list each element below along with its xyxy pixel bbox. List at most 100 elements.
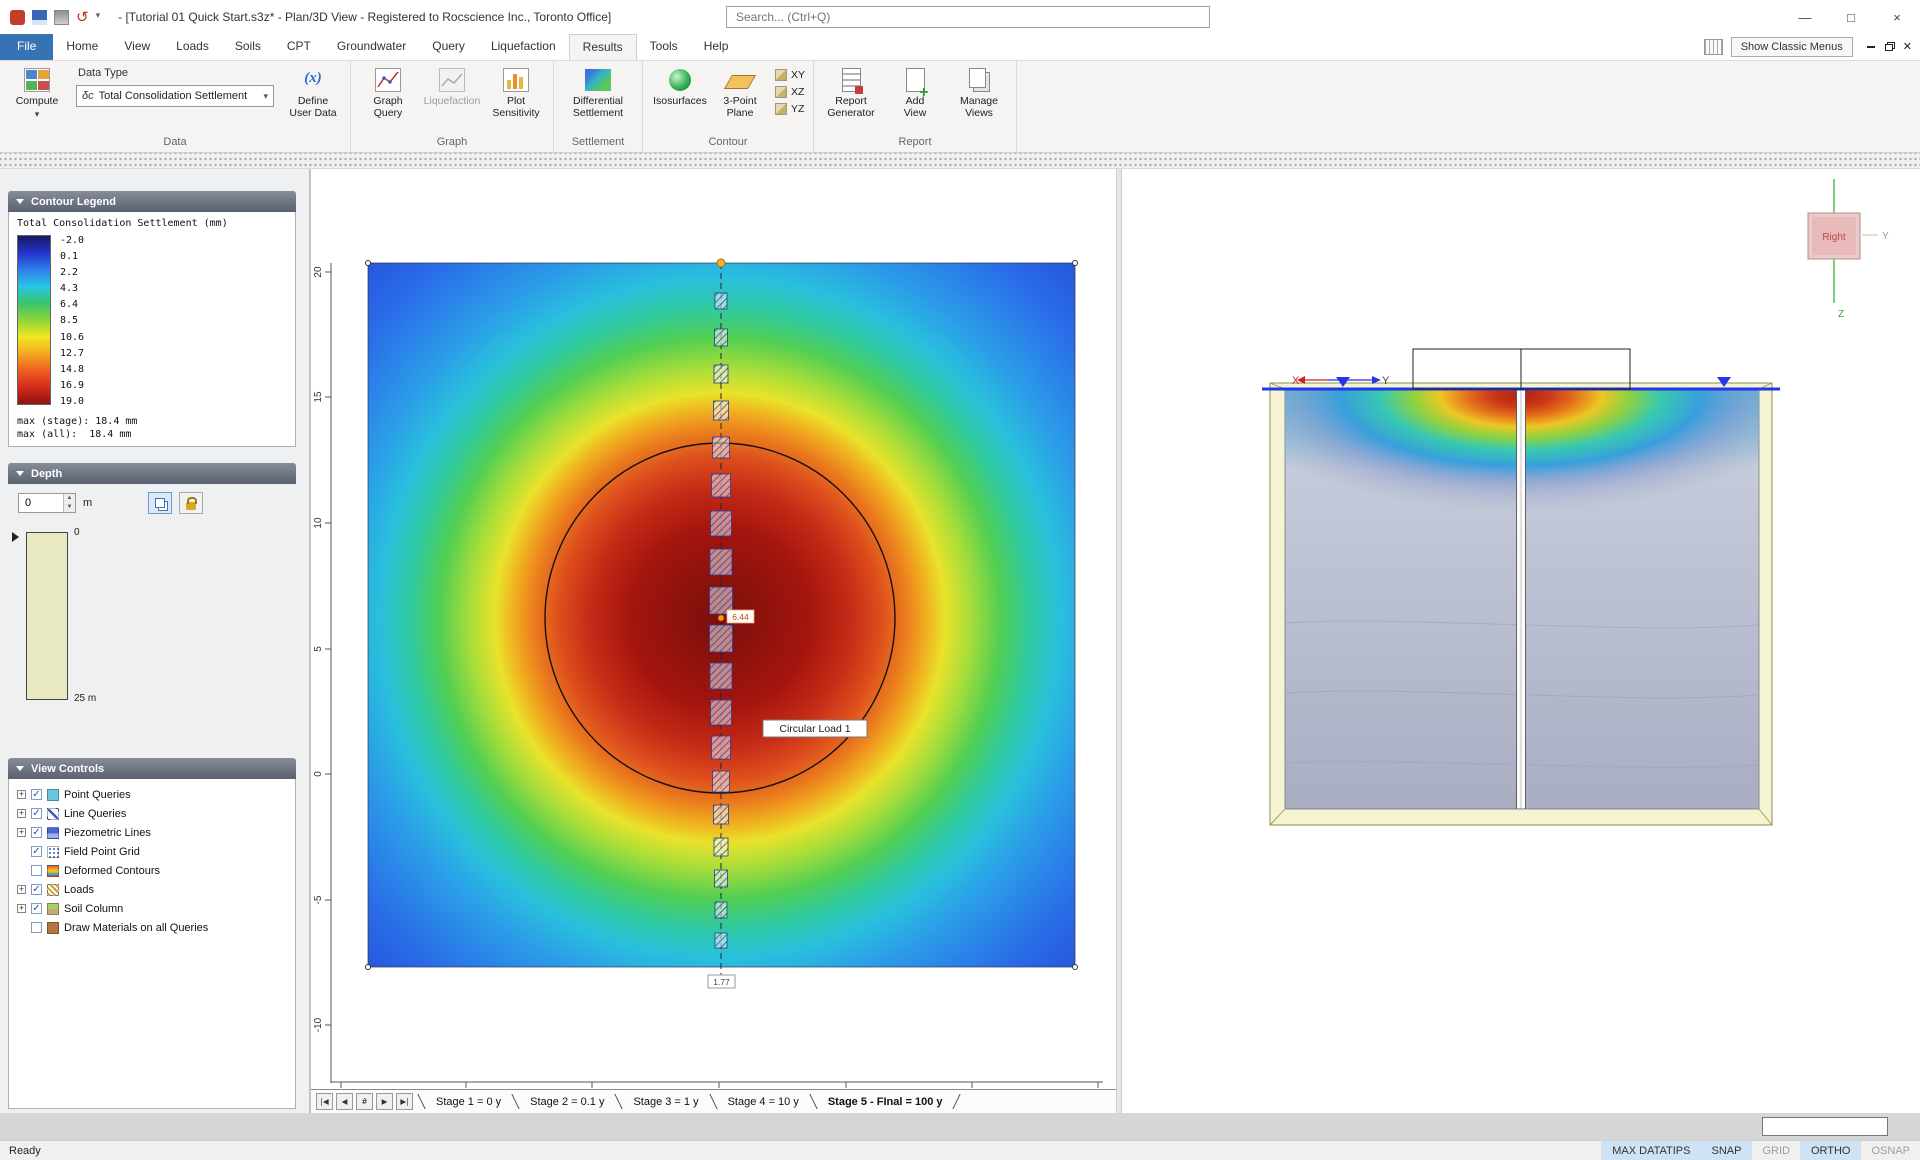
- depth-layers-button[interactable]: [148, 492, 172, 514]
- search-input[interactable]: [726, 6, 1210, 28]
- stage-tab-1[interactable]: Stage 1 = 0 y: [430, 1096, 507, 1108]
- show-classic-menus-button[interactable]: Show Classic Menus: [1731, 37, 1853, 57]
- plane-xz-button[interactable]: XZ: [772, 85, 808, 99]
- add-view-button[interactable]: Add View: [883, 63, 947, 133]
- three-point-plane-button[interactable]: 3-Point Plane: [712, 63, 768, 133]
- tab-loads[interactable]: Loads: [163, 34, 222, 60]
- tooltip-toggle-icon[interactable]: [1704, 39, 1723, 55]
- tree-item-soil-column[interactable]: + ✓ Soil Column: [12, 899, 292, 918]
- tab-results[interactable]: Results: [569, 34, 637, 60]
- status-toggle-max-datatips[interactable]: MAX DATATIPS: [1601, 1141, 1700, 1160]
- tree-item-line-queries[interactable]: + ✓ Line Queries: [12, 804, 292, 823]
- ribbon-tab-bar: File Home View Loads Soils CPT Groundwat…: [0, 34, 1920, 61]
- 3d-view-canvas[interactable]: X Y Right Y Z: [1122, 169, 1920, 1113]
- 3d-view-pane[interactable]: X Y Right Y Z: [1122, 169, 1920, 1113]
- tab-home[interactable]: Home: [53, 34, 111, 60]
- depth-scale[interactable]: 0 25 m: [10, 524, 294, 724]
- last-stage-button[interactable]: ▶|: [396, 1093, 413, 1110]
- tab-help[interactable]: Help: [691, 34, 742, 60]
- undo-icon[interactable]: ↺: [76, 10, 89, 25]
- checkbox[interactable]: [31, 922, 42, 933]
- depth-marker-icon[interactable]: [12, 532, 19, 542]
- panel-dock-strip[interactable]: [0, 153, 1920, 169]
- doc-restore-icon[interactable]: [1885, 44, 1893, 51]
- plot-sensitivity-button[interactable]: Plot Sensitivity: [484, 63, 548, 133]
- plan-view-canvas[interactable]: 6.44 1.77 Circular Load 1 20 15 10 5 0 -…: [311, 169, 1117, 1089]
- graph-query-button[interactable]: Graph Query: [356, 63, 420, 133]
- previous-stage-button[interactable]: ◀: [336, 1093, 353, 1110]
- query-top-node[interactable]: [717, 259, 725, 267]
- checkbox[interactable]: ✓: [31, 808, 42, 819]
- stage-tab-2[interactable]: Stage 2 = 0.1 y: [524, 1096, 610, 1108]
- depth-lock-button[interactable]: [179, 492, 203, 514]
- plane-xy-button[interactable]: XY: [772, 68, 808, 82]
- checkbox[interactable]: ✓: [31, 789, 42, 800]
- tab-view[interactable]: View: [111, 34, 163, 60]
- soil-column-icon: [47, 903, 59, 915]
- tab-tools[interactable]: Tools: [637, 34, 691, 60]
- checkbox[interactable]: ✓: [31, 827, 42, 838]
- depth-spinner[interactable]: ▲▼: [18, 493, 76, 513]
- tab-query[interactable]: Query: [419, 34, 478, 60]
- doc-close-icon[interactable]: ✕: [1903, 42, 1912, 52]
- stage-tab-3[interactable]: Stage 3 = 1 y: [627, 1096, 704, 1108]
- first-stage-button[interactable]: |◀: [316, 1093, 333, 1110]
- checkbox[interactable]: ✓: [31, 884, 42, 895]
- define-user-data-button[interactable]: Define User Data: [281, 63, 345, 133]
- stage-tab-5[interactable]: Stage 5 - FInal = 100 y: [822, 1096, 949, 1108]
- expand-icon[interactable]: +: [17, 828, 26, 837]
- expand-icon[interactable]: +: [17, 809, 26, 818]
- close-button[interactable]: ×: [1874, 0, 1920, 34]
- expand-icon[interactable]: +: [17, 885, 26, 894]
- depth-header[interactable]: Depth: [8, 463, 296, 484]
- chevron-down-icon: ▾: [263, 91, 268, 102]
- tree-item-loads[interactable]: + ✓ Loads: [12, 880, 292, 899]
- plane-yz-button[interactable]: YZ: [772, 102, 808, 116]
- tab-liquefaction[interactable]: Liquefaction: [478, 34, 569, 60]
- tree-item-field-point-grid[interactable]: ✓ Field Point Grid: [12, 842, 292, 861]
- data-type-symbol: δc: [82, 90, 94, 102]
- expand-icon[interactable]: +: [17, 904, 26, 913]
- tree-item-point-queries[interactable]: + ✓ Point Queries: [12, 785, 292, 804]
- report-generator-button[interactable]: Report Generator: [819, 63, 883, 133]
- stage-tab-4[interactable]: Stage 4 = 10 y: [722, 1096, 805, 1108]
- status-toggle-grid[interactable]: GRID: [1751, 1141, 1800, 1160]
- query-center-node[interactable]: [718, 615, 724, 621]
- tree-item-draw-materials[interactable]: Draw Materials on all Queries: [12, 918, 292, 937]
- minimize-button[interactable]: —: [1782, 0, 1828, 34]
- checkbox[interactable]: [31, 865, 42, 876]
- tree-item-deformed-contours[interactable]: Deformed Contours: [12, 861, 292, 880]
- checkbox[interactable]: ✓: [31, 846, 42, 857]
- manage-views-button[interactable]: Manage Views: [947, 63, 1011, 133]
- tree-item-piezometric-lines[interactable]: + ✓ Piezometric Lines: [12, 823, 292, 842]
- tab-file[interactable]: File: [0, 34, 53, 60]
- tab-cpt[interactable]: CPT: [274, 34, 324, 60]
- customize-toolbar-icon[interactable]: ▾: [96, 10, 101, 25]
- save-icon[interactable]: [32, 10, 47, 25]
- contour-legend-header[interactable]: Contour Legend: [8, 191, 296, 212]
- isosurfaces-button[interactable]: Isosurfaces: [648, 63, 712, 133]
- compute-label: Compute: [16, 96, 59, 108]
- spin-up-icon[interactable]: ▲: [63, 494, 75, 503]
- view-controls-header[interactable]: View Controls: [8, 758, 296, 779]
- y-axis-labels: 20 15 10 5 0 -5 -10: [313, 266, 324, 1032]
- maximize-button[interactable]: □: [1828, 0, 1874, 34]
- status-toggle-ortho[interactable]: ORTHO: [1800, 1141, 1861, 1160]
- checkbox[interactable]: ✓: [31, 903, 42, 914]
- expand-icon[interactable]: +: [17, 790, 26, 799]
- stage-number-button[interactable]: #: [356, 1093, 373, 1110]
- tab-groundwater[interactable]: Groundwater: [324, 34, 419, 60]
- plan-view-pane[interactable]: 6.44 1.77 Circular Load 1 20 15 10 5 0 -…: [310, 169, 1116, 1113]
- doc-minimize-icon[interactable]: [1867, 46, 1875, 48]
- compute-button[interactable]: Compute ▾: [5, 63, 69, 133]
- spin-down-icon[interactable]: ▼: [63, 503, 75, 512]
- compute-icon: [24, 68, 50, 92]
- differential-settlement-button[interactable]: Differential Settlement: [559, 63, 637, 133]
- next-stage-button[interactable]: ▶: [376, 1093, 393, 1110]
- status-toggle-osnap[interactable]: OSNAP: [1860, 1141, 1920, 1160]
- coordinate-readout: [1762, 1117, 1888, 1136]
- tab-soils[interactable]: Soils: [222, 34, 274, 60]
- data-type-select[interactable]: δc Total Consolidation Settlement ▾: [76, 85, 274, 107]
- status-toggle-snap[interactable]: SNAP: [1700, 1141, 1751, 1160]
- print-icon[interactable]: [54, 10, 69, 25]
